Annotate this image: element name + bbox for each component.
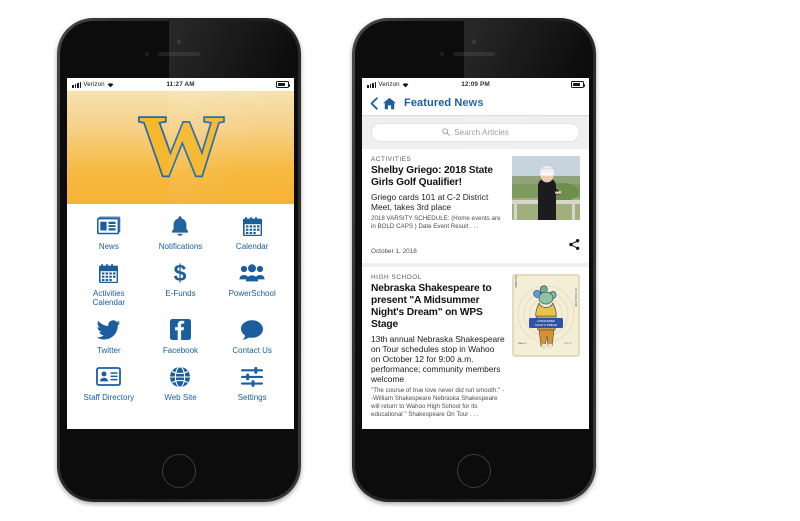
page-title: Featured News [404,97,484,109]
grid-label: Staff Directory [83,392,135,402]
search-placeholder: Search Articles [454,128,509,137]
grid-label: Facebook [162,345,199,355]
article-excerpt: "The course of true love never did run s… [371,387,505,419]
id-card-icon [96,364,122,390]
home-button[interactable] [162,454,196,488]
speech-bubble-icon [240,317,264,343]
grid-label: Notifications [158,242,203,251]
navigation-bar: Featured News [362,91,589,116]
screen-right: Verizon 12:09 PM Featured News Search Ar… [362,78,589,429]
school-w-logo: W [137,96,226,193]
screen-left: Verizon 11:27 AM W News Notifications Ca… [67,78,294,429]
grid-item-twitter[interactable]: Twitter [73,317,145,355]
globe-icon [169,364,191,390]
grid-item-calendar[interactable]: Calendar [216,213,288,251]
people-group-icon [239,260,265,286]
front-camera-icon [177,40,181,44]
grid-label: Calendar [235,242,269,251]
article-subhead: 13th annual Nebraska Shakespeare on Tour… [371,333,505,385]
earpiece-speaker [453,52,495,56]
status-bar-left: Verizon 11:27 AM [67,78,294,91]
chevron-left-icon[interactable] [370,96,378,110]
calendar-icon [242,213,263,239]
clock-label: 11:27 AM [166,81,195,88]
facebook-icon [169,317,191,343]
grid-item-e-funds[interactable]: $ E-Funds [145,260,217,307]
grid-item-powerschool[interactable]: PowerSchool [216,260,288,307]
grid-item-facebook[interactable]: Facebook [145,317,217,355]
search-input[interactable]: Search Articles [371,123,580,142]
grid-label: E-Funds [165,289,196,299]
screenshot-canvas: Verizon 11:27 AM W News Notifications Ca… [0,0,800,521]
grid-item-contact-us[interactable]: Contact Us [216,317,288,355]
battery-icon [276,81,291,88]
clock-label: 12:09 PM [461,81,490,88]
share-icon[interactable] [569,237,580,255]
bell-icon [170,213,190,239]
dollar-icon: $ [172,260,188,286]
golf-photo [512,156,580,220]
article-headline: Shelby Griego: 2018 State Girls Golf Qua… [371,165,493,188]
phone-right: Verizon 12:09 PM Featured News Search Ar… [352,18,596,502]
search-icon [442,127,451,138]
svg-text:OCT 12: OCT 12 [564,343,572,345]
app-icon-grid: News Notifications Calendar Activities C… [67,204,294,406]
grid-item-staff-directory[interactable]: Staff Directory [73,364,145,402]
article-card[interactable]: HIGH SCHOOL Nebraska Shakespeare to pres… [362,267,589,428]
svg-text:NIGHT'S DREAM: NIGHT'S DREAM [535,323,558,327]
svg-text:$: $ [174,261,187,285]
svg-text:ON TOUR 2018: ON TOUR 2018 [574,288,578,307]
article-category: HIGH SCHOOL [371,274,422,282]
grid-item-news[interactable]: News [73,213,145,251]
grid-label: Activities Calendar [92,289,126,308]
grid-item-settings[interactable]: Settings [216,364,288,402]
svg-text:NEBRASKA SHAKESPEARE: NEBRASKA SHAKESPEARE [514,274,518,288]
article-feed: ACTIVITIES Shelby Griego: 2018 State Gir… [362,149,589,428]
battery-icon [571,81,586,88]
front-camera-icon [472,40,476,44]
sliders-icon [240,364,264,390]
grid-label: Settings [237,392,267,402]
article-headline: Nebraska Shakespeare to present "A Midsu… [371,283,492,330]
proximity-sensor-icon [440,52,444,56]
grid-label: News [98,242,119,251]
home-icon[interactable] [383,97,396,110]
status-bar-right: Verizon 12:09 PM [362,78,589,91]
article-date: October 1, 2018 [371,248,417,256]
grid-item-web-site[interactable]: Web Site [145,364,217,402]
grid-label: Contact Us [232,345,272,355]
article-subhead: Griego cards 101 at C-2 District Meet, t… [371,191,489,212]
twitter-bird-icon [96,317,121,343]
news-icon [96,213,121,239]
shakespeare-poster: NEBRASKA SHAKESPEARE ON TOUR 2018 [512,274,580,358]
earpiece-speaker [158,52,200,56]
article-excerpt: 2018 VARSITY SCHEDULE: (Home events are … [371,215,501,231]
article-card[interactable]: ACTIVITIES Shelby Griego: 2018 State Gir… [362,149,589,264]
grid-item-activities-calendar[interactable]: Activities Calendar [73,260,145,307]
search-bar-container: Search Articles [362,116,589,149]
grid-item-notifications[interactable]: Notifications [145,213,217,251]
svg-text:WAHOO: WAHOO [518,342,527,345]
grid-label: Web Site [164,392,197,402]
proximity-sensor-icon [145,52,149,56]
grid-label: PowerSchool [228,289,276,299]
school-logo-banner: W [67,91,294,204]
grid-label: Twitter [97,345,121,355]
article-category: ACTIVITIES [371,156,412,163]
phone-left: Verizon 11:27 AM W News Notifications Ca… [57,18,301,502]
home-button[interactable] [457,454,491,488]
calendar-icon [98,260,119,286]
